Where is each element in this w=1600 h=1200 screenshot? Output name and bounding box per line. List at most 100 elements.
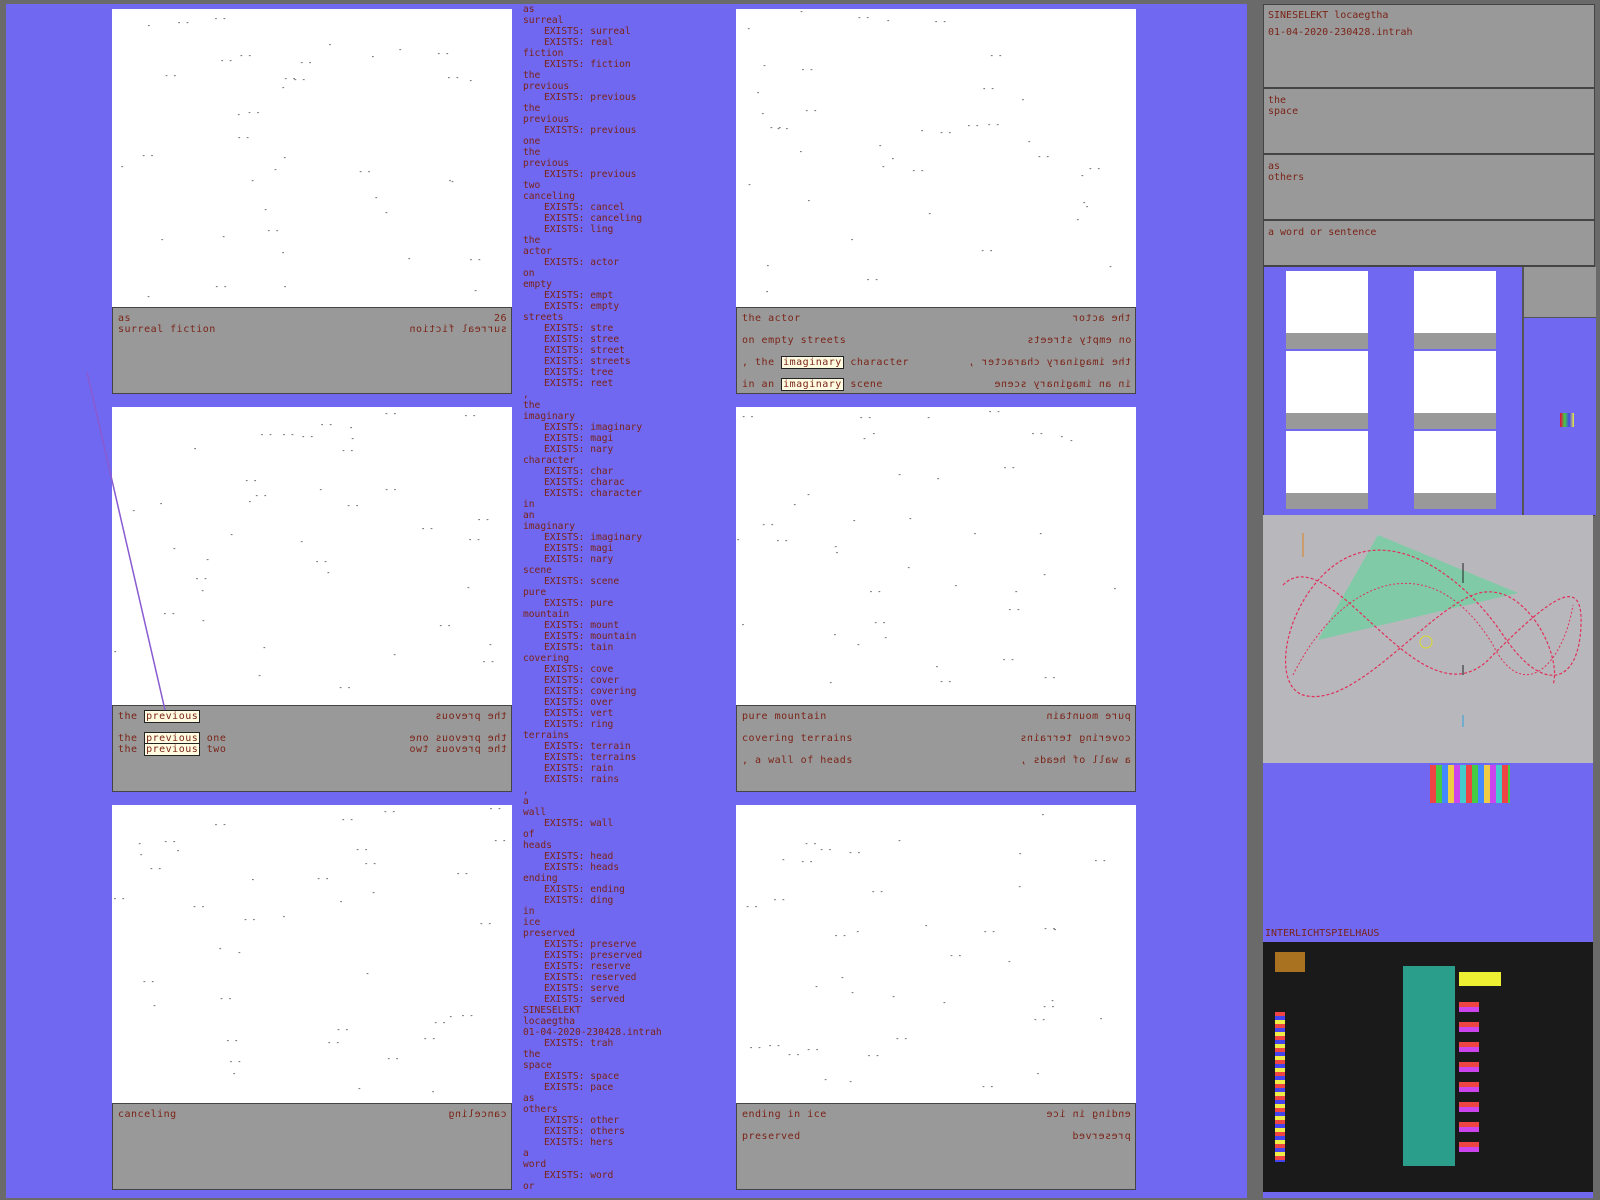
word-entry[interactable]: as (523, 1093, 713, 1104)
scatter-mark: ‑ (281, 912, 286, 921)
thumbnail[interactable] (1414, 431, 1496, 509)
word-entry[interactable]: canceling (523, 191, 713, 202)
word-entry[interactable]: 01-04-2020-230428.intrah (523, 1027, 713, 1038)
scatter-mark: ‐ ‐ (761, 520, 775, 529)
word-entry[interactable]: empty (523, 279, 713, 290)
word-entry[interactable]: preserved (523, 928, 713, 939)
scatter-mark: ‑ (473, 287, 478, 296)
word-entry[interactable]: word (523, 1159, 713, 1170)
scroll-column[interactable] (1522, 267, 1596, 515)
word-entry[interactable]: the (523, 70, 713, 81)
word-entry[interactable]: covering (523, 653, 713, 664)
word-entry[interactable]: character (523, 455, 713, 466)
panel-4-canvas[interactable]: ‑ ‐ ‐ ‑ ‑ ‑ ‑ ‑ ‐ ‐ ‑ ‑ ‑ ‑ ‐ ‐ ‐ ‐ ‐ ‐ ‑ ‐ ‐ ‑ ‑ ‐ ‐ ‐ ‐ ‑ ‐ … (736, 407, 1136, 705)
page-number: 26 (493, 313, 507, 324)
word-entry[interactable]: in (523, 906, 713, 917)
caption-mirror: canceling (448, 1109, 507, 1120)
word-entry[interactable]: ending (523, 873, 713, 884)
target-marker (1419, 635, 1433, 649)
word-highlight[interactable]: previous (144, 743, 201, 756)
word-highlight[interactable]: imaginary (781, 378, 844, 391)
sidebar-box-others[interactable]: as others (1263, 154, 1595, 220)
word-entry[interactable]: locaegtha (523, 1016, 713, 1027)
word-entry[interactable]: SINESELEKT (523, 1005, 713, 1016)
panel-6-canvas[interactable]: ‑ ‑ ‑ ‑ ‑ ‐ ‐ ‐ ‐ ‑ ‑ ‑ ‑ ‐ ‐ ‐ ‐ ‑ ‐ ‐ ‐ ‐ ‐ ‐ ‐ ‐ ‑ ‐ ‐ ‐ … (736, 805, 1136, 1103)
scatter-mark: ‐ ‐ (460, 1011, 474, 1020)
word-entry[interactable]: fiction (523, 48, 713, 59)
word-entry[interactable]: the (523, 235, 713, 246)
word-entry[interactable]: the (523, 147, 713, 158)
panel-2-caption: the actor on empty streets , the imagina… (736, 307, 1136, 394)
word-entry[interactable]: as (523, 4, 713, 15)
panel-1[interactable]: ‑ ‑ ‑ ‑ ‐ ‐ ‑ ‐ ‐ ‑ ‑ ‑ ‐ ‐ ‐ ‐ ‐ ‐ ‐ ‐ ‑ ‐ ‐ ‐ ‐ ‐ ‐ ‑ ‑ ‐ … (112, 9, 512, 403)
word-entry[interactable]: heads (523, 840, 713, 851)
word-entry[interactable]: ice (523, 917, 713, 928)
panel-6[interactable]: ‑ ‑ ‑ ‑ ‑ ‐ ‐ ‐ ‐ ‑ ‑ ‑ ‑ ‐ ‐ ‐ ‐ ‑ ‐ ‐ ‐ ‐ ‐ ‐ ‐ ‐ ‑ ‐ ‐ ‐ … (736, 805, 1136, 1199)
minimap-panel[interactable] (1263, 942, 1593, 1192)
panel-5-canvas[interactable]: ‐ ‐ ‐ ‐ ‑ ‐ ‐ ‐ ‐ ‑ ‐ ‐ ‑ ‐ ‐ ‑ ‐ ‐ ‐ ‐ ‐ ‐ ‐ ‐ ‐ ‐ ‐ ‐… (112, 805, 512, 1103)
scatter-mark: ‑ (926, 414, 931, 423)
word-entry[interactable]: scene (523, 565, 713, 576)
panel-4[interactable]: ‑ ‐ ‐ ‑ ‑ ‑ ‑ ‑ ‐ ‐ ‑ ‑ ‑ ‑ ‐ ‐ ‐ ‐ ‐ ‐ ‑ ‐ ‐ ‑ ‑ ‐ ‐ ‐ ‐ ‑ ‐ … (736, 407, 1136, 801)
scatter-mark: ‐ ‐ (476, 516, 490, 525)
word-entry[interactable]: the (523, 103, 713, 114)
word-entry[interactable]: on (523, 268, 713, 279)
word-entry[interactable]: imaginary (523, 521, 713, 532)
word-entry[interactable]: pure (523, 587, 713, 598)
panel-2-canvas[interactable]: ‑ ‑ ‑ ‑ ‐ ‐ ‑ ‑ ‐ ‐ ‐ ‐ ‑ ‑ ‑ ‑ ‐ ‐ ‑ ‑ ‑ ‑ ‐ ‐ ‐ ‐ ‑ ‐ ‐ ‐ ‐ ‑… (736, 9, 1136, 307)
word-entry[interactable]: or (523, 1181, 713, 1192)
word-entry[interactable]: , (523, 389, 713, 400)
scatter-mark: ‑ (850, 988, 855, 997)
word-entry[interactable]: mountain (523, 609, 713, 620)
sidebar-header[interactable]: SINESELEKT locaegtha 01-04-2020-230428.i… (1263, 4, 1595, 88)
word-highlight[interactable]: imaginary (781, 356, 844, 369)
word-entry[interactable]: a (523, 796, 713, 807)
word-entry[interactable]: terrains (523, 730, 713, 741)
sidebar-box-word[interactable]: a word or sentence (1263, 220, 1595, 266)
word-entry[interactable]: wall (523, 807, 713, 818)
scatter-mark: ‐ ‐ (987, 120, 1000, 129)
scatter-mark: ‐ ‐ (299, 58, 313, 67)
scatter-mark: ‑ (1040, 811, 1045, 820)
thumbnail[interactable] (1286, 271, 1368, 349)
word-entry[interactable]: actor (523, 246, 713, 257)
sidebar-box-space[interactable]: the space (1263, 88, 1595, 154)
word-entry[interactable]: one (523, 136, 713, 147)
word-entry[interactable]: the (523, 1049, 713, 1060)
word-entry[interactable]: streets (523, 312, 713, 323)
word-entry[interactable]: previous (523, 81, 713, 92)
exists-entry: EXISTS: nary (544, 554, 614, 565)
scatter-mark: ‐ ‐ (315, 557, 328, 566)
panel-1-canvas[interactable]: ‑ ‑ ‑ ‑ ‐ ‐ ‑ ‐ ‐ ‑ ‑ ‑ ‐ ‐ ‐ ‐ ‐ ‐ ‐ ‐ ‑ ‐ ‐ ‐ ‐ ‐ ‐ ‑ ‑ ‐ … (112, 9, 512, 307)
word-entry[interactable]: of (523, 829, 713, 840)
scatter-mark: ‐ ‐ (857, 14, 870, 23)
curve-diagram[interactable] (1263, 515, 1593, 763)
exists-entry: EXISTS: nary (544, 444, 614, 455)
word-entry[interactable]: two (523, 180, 713, 191)
word-entry[interactable]: an (523, 510, 713, 521)
word-entry[interactable]: others (523, 1104, 713, 1115)
word-entry[interactable]: imaginary (523, 411, 713, 422)
thumbnail[interactable] (1286, 431, 1368, 509)
word-entry[interactable]: , (523, 785, 713, 796)
word-entry[interactable]: the (523, 400, 713, 411)
word-entry[interactable]: space (523, 1060, 713, 1071)
scatter-mark: ‑ (152, 1001, 157, 1010)
scatter-mark: ‑ (834, 549, 840, 558)
thumbnail[interactable] (1414, 351, 1496, 429)
thumbnail[interactable] (1286, 351, 1368, 429)
thumbnail[interactable] (1414, 271, 1496, 349)
word-entry[interactable]: a (523, 1148, 713, 1159)
word-list[interactable]: as surreal EXISTS: surreal EXISTS: real fict… (523, 4, 713, 1194)
word-entry[interactable]: previous (523, 158, 713, 169)
panel-2[interactable]: ‑ ‑ ‑ ‑ ‐ ‐ ‑ ‑ ‐ ‐ ‐ ‐ ‑ ‑ ‑ ‑ ‐ ‐ ‑ ‑ ‑ ‑ ‐ ‐ ‐ ‐ ‑ ‐ ‐ ‐ ‐ ‑… (736, 9, 1136, 403)
caption-line: pure mountain (742, 711, 827, 722)
word-entry[interactable]: previous (523, 114, 713, 125)
word-entry[interactable]: surreal (523, 15, 713, 26)
color-palette[interactable] (1430, 765, 1510, 803)
panel-5[interactable]: ‐ ‐ ‐ ‐ ‑ ‐ ‐ ‐ ‐ ‑ ‐ ‐ ‑ ‐ ‐ ‑ ‐ ‐ ‐ ‐ ‐ ‐ ‐ ‐ ‐ ‐ ‐ ‐… (112, 805, 512, 1199)
scatter-mark: ‑ (781, 855, 786, 864)
word-entry[interactable]: in (523, 499, 713, 510)
scatter-mark: ‐ ‐ (776, 124, 790, 133)
sidebar-subtitle: 01-04-2020-230428.intrah (1268, 27, 1413, 38)
